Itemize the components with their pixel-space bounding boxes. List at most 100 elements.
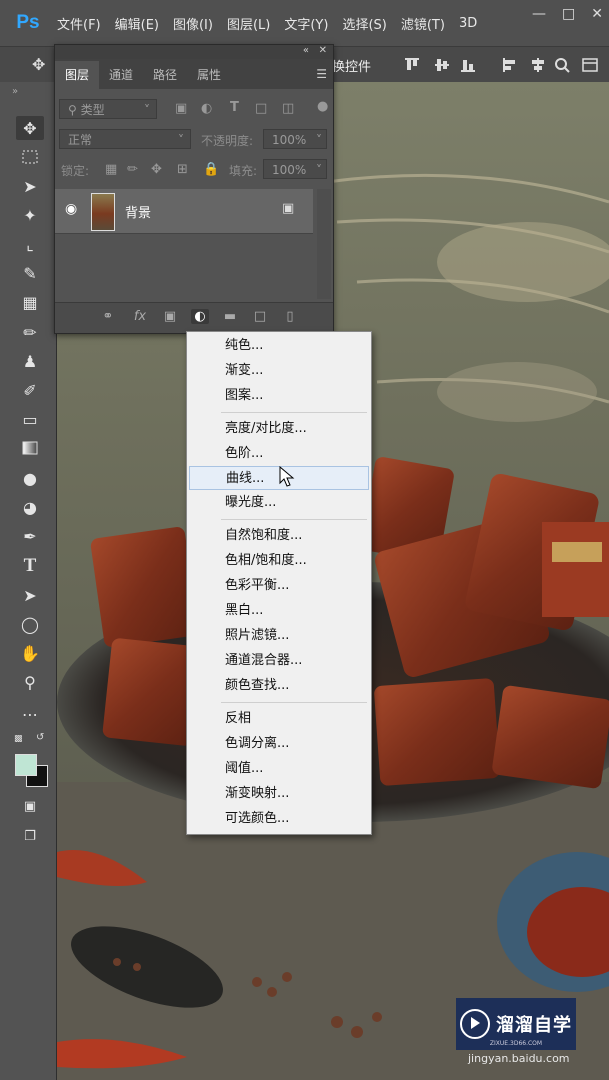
menu-item-threshold[interactable]: 阈值... <box>187 757 371 781</box>
menu-item-vibrance[interactable]: 自然饱和度... <box>187 524 371 548</box>
layer-row-background[interactable]: ◉ 背景 ▣ <box>55 189 313 234</box>
menu-item-solid-color[interactable]: 纯色... <box>187 334 371 358</box>
lock-image-icon[interactable]: ✏ <box>127 162 138 177</box>
default-colors-icon[interactable]: ▩ <box>14 734 23 744</box>
menu-filter[interactable]: 滤镜(T) <box>401 14 445 33</box>
dodge-icon[interactable]: ◕ <box>16 495 44 519</box>
show-transform-controls-label[interactable]: 换控件 <box>332 56 371 75</box>
history-brush-icon[interactable]: ✐ <box>16 378 44 402</box>
opacity-field[interactable]: 100% ˅ <box>263 129 327 149</box>
align-top-icon[interactable] <box>404 57 420 73</box>
tab-properties[interactable]: 属性 <box>187 61 231 89</box>
eyedropper-icon[interactable]: ✎ <box>16 261 44 285</box>
menu-item-levels[interactable]: 色阶... <box>187 442 371 466</box>
path-select-icon[interactable]: ➤ <box>16 583 44 607</box>
folder-icon[interactable]: ▬ <box>221 309 239 324</box>
lock-artboard-icon[interactable]: ⊞ <box>177 162 188 177</box>
healing-icon[interactable]: ▦ <box>16 290 44 314</box>
lasso-icon[interactable]: ➤ <box>16 174 44 198</box>
crop-icon[interactable]: ⌞ <box>16 232 44 256</box>
stamp-icon[interactable]: ♟ <box>16 349 44 373</box>
menu-type[interactable]: 文字(Y) <box>284 14 328 33</box>
link-icon[interactable]: ⚭ <box>99 309 117 324</box>
blend-mode-select[interactable]: 正常 ˅ <box>59 129 191 149</box>
fx-icon[interactable]: fx <box>131 309 149 324</box>
magic-wand-icon[interactable]: ✦ <box>16 203 44 227</box>
panel-title-bar[interactable]: « ✕ <box>55 45 333 59</box>
menu-item-photo-filter[interactable]: 照片滤镜... <box>187 624 371 648</box>
filter-pixel-icon[interactable]: ▣ <box>175 101 187 116</box>
menu-item-selective-color[interactable]: 可选颜色... <box>187 807 371 831</box>
menu-item-gradient[interactable]: 渐变... <box>187 359 371 383</box>
menu-item-channel-mixer[interactable]: 通道混合器... <box>187 649 371 673</box>
panel-scrollbar[interactable] <box>317 189 331 299</box>
lock-position-icon[interactable]: ✥ <box>151 162 162 177</box>
mask-icon[interactable]: ▣ <box>161 309 179 324</box>
marquee-icon[interactable] <box>16 145 44 169</box>
align-vcenter-icon[interactable] <box>434 57 450 73</box>
trash-icon[interactable]: ▯ <box>281 309 299 324</box>
menu-select[interactable]: 选择(S) <box>342 14 386 33</box>
lock-transparent-icon[interactable]: ▦ <box>105 162 117 177</box>
fill-field[interactable]: 100% ˅ <box>263 159 327 179</box>
zoom-icon[interactable]: ⚲ <box>16 670 44 694</box>
lock-all-icon[interactable]: 🔒 <box>203 162 219 177</box>
gradient-icon[interactable] <box>16 436 44 460</box>
adjustment-icon[interactable]: ◐ <box>191 309 209 324</box>
minimize-icon[interactable]: — <box>532 6 546 22</box>
close-icon[interactable]: ✕ <box>591 6 603 22</box>
type-icon[interactable]: T <box>16 554 44 578</box>
panel-menu-icon[interactable]: ☰ <box>316 67 327 81</box>
eye-icon[interactable]: ◉ <box>65 201 77 217</box>
menu-file[interactable]: 文件(F) <box>57 14 101 33</box>
menu-item-gradient-map[interactable]: 渐变映射... <box>187 782 371 806</box>
menu-item-black-white[interactable]: 黑白... <box>187 599 371 623</box>
workspace-icon[interactable] <box>582 57 598 73</box>
filter-shape-icon[interactable]: □ <box>255 101 267 116</box>
menu-item-color-balance[interactable]: 色彩平衡... <box>187 574 371 598</box>
align-left-icon[interactable] <box>502 57 518 73</box>
pen-icon[interactable]: ✒ <box>16 524 44 548</box>
more-icon[interactable]: ⋯ <box>16 702 44 726</box>
collapse-panel-icon[interactable]: « <box>303 45 309 56</box>
menu-layer[interactable]: 图层(L) <box>227 14 270 33</box>
filter-toggle-icon[interactable]: ● <box>317 99 328 114</box>
menu-item-exposure[interactable]: 曝光度... <box>187 491 371 515</box>
align-bottom-icon[interactable] <box>460 57 476 73</box>
search-icon[interactable] <box>554 57 570 73</box>
eraser-icon[interactable]: ▭ <box>16 407 44 431</box>
move-icon[interactable]: ✥ <box>16 116 44 140</box>
blur-icon[interactable]: ● <box>16 466 44 490</box>
tab-layers[interactable]: 图层 <box>55 61 100 89</box>
quick-mask-icon[interactable]: ▣ <box>16 794 44 818</box>
new-layer-icon[interactable]: □ <box>251 309 269 324</box>
ellipse-icon[interactable]: ◯ <box>16 612 44 636</box>
swap-colors-icon[interactable]: ↺ <box>36 732 44 743</box>
menu-item-hue-saturation[interactable]: 色相/饱和度... <box>187 549 371 573</box>
menu-item-posterize[interactable]: 色调分离... <box>187 732 371 756</box>
menu-image[interactable]: 图像(I) <box>173 14 213 33</box>
menu-item-brightness-contrast[interactable]: 亮度/对比度... <box>187 417 371 441</box>
foreground-color-swatch[interactable] <box>15 754 37 776</box>
filter-smart-object-icon[interactable]: ◫ <box>282 101 294 116</box>
brush-icon[interactable]: ✏ <box>16 320 44 344</box>
layer-name[interactable]: 背景 <box>125 202 151 221</box>
tab-paths[interactable]: 路径 <box>143 61 187 89</box>
move-tool-option-icon[interactable]: ✥ <box>32 55 45 74</box>
menu-edit[interactable]: 编辑(E) <box>115 14 159 33</box>
close-panel-icon[interactable]: ✕ <box>319 45 327 56</box>
hand-icon[interactable]: ✋ <box>16 641 44 665</box>
menu-item-pattern[interactable]: 图案... <box>187 384 371 408</box>
tab-channels[interactable]: 通道 <box>99 61 143 89</box>
maximize-icon[interactable]: □ <box>562 6 575 22</box>
align-hcenter-icon[interactable] <box>530 57 546 73</box>
menu-separator <box>221 412 367 413</box>
filter-type-icon[interactable]: T <box>230 100 239 115</box>
menu-item-invert[interactable]: 反相 <box>187 707 371 731</box>
filter-adjustment-icon[interactable]: ◐ <box>201 101 212 116</box>
screen-mode-icon[interactable]: ❐ <box>16 824 44 848</box>
menu-3d[interactable]: 3D <box>459 16 477 31</box>
collapse-icon[interactable]: » <box>12 86 18 97</box>
layer-filter-select[interactable]: ⚲ 类型 ˅ <box>59 99 157 119</box>
menu-item-color-lookup[interactable]: 颜色查找... <box>187 674 371 698</box>
